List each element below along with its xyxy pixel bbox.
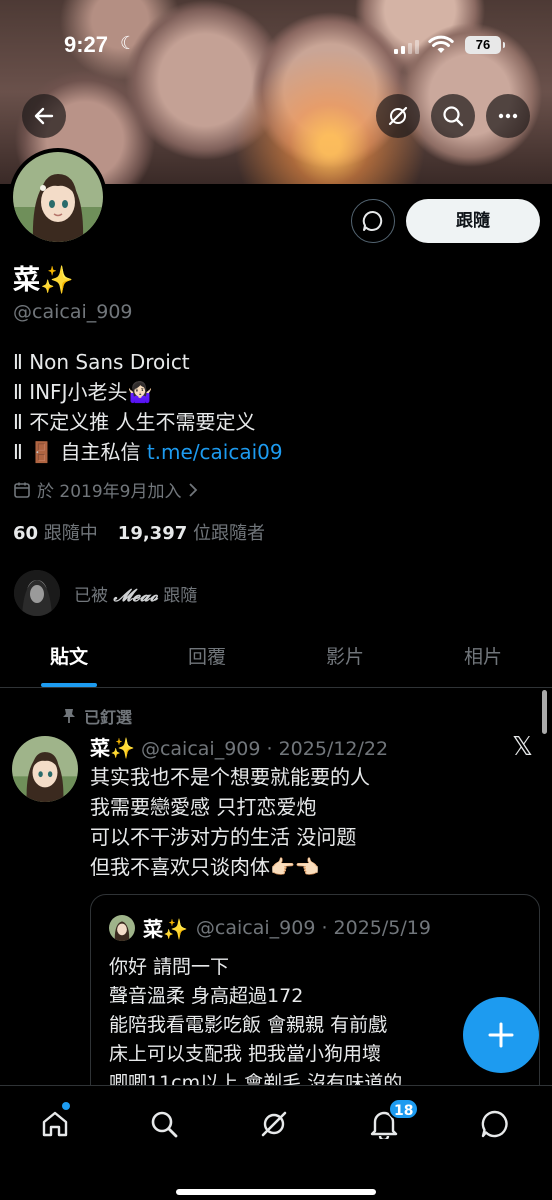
explore-icon	[151, 1111, 178, 1138]
bio-line: Ⅱ INFJ小老头🤷🏻‍♀️	[13, 380, 153, 404]
calendar-icon	[14, 482, 30, 498]
profile-stats: 60 跟隨中 19,397 位跟隨者	[13, 519, 265, 545]
bio-line: Ⅱ 🚪 自主私信 t.me/caicai09	[13, 437, 283, 467]
plus-icon	[488, 1022, 514, 1048]
profile-handle: @caicai_909	[13, 301, 133, 323]
follow-button[interactable]: 跟隨	[406, 199, 540, 243]
notifications-badge: 18	[388, 1098, 420, 1120]
cellular-signal-icon	[394, 40, 419, 54]
following-stat[interactable]: 60 跟隨中	[13, 519, 98, 545]
compose-button[interactable]	[463, 997, 539, 1073]
followed-by-prefix: 已被	[74, 585, 108, 606]
profile-avatar[interactable]	[9, 148, 107, 246]
quote-header: 菜✨ @caicai_909 · 2025/5/19	[109, 913, 431, 942]
scrollbar[interactable]	[542, 690, 547, 734]
bio-line-text: Ⅱ 🚪 自主私信	[13, 440, 147, 464]
following-count: 60	[13, 523, 39, 544]
bottom-navigation: 18	[0, 1085, 552, 1200]
tab-posts[interactable]: 貼文	[0, 628, 138, 687]
followed-by[interactable]: 已被 𝓜𝓮𝓪𝓸 跟隨	[14, 570, 197, 616]
wifi-icon	[428, 35, 454, 53]
nav-home[interactable]	[33, 1102, 77, 1146]
pinned-label: 已釘選	[84, 708, 133, 727]
tweet-author-name[interactable]: 菜✨	[90, 736, 135, 760]
grok-icon	[388, 106, 408, 126]
bio-line: Ⅱ Non Sans Droict	[13, 350, 190, 374]
mail-icon	[481, 1110, 508, 1138]
battery-indicator: 76	[465, 36, 505, 54]
back-arrow-icon	[34, 107, 54, 125]
tweet-meta: @caicai_909 · 2025/12/22	[140, 738, 389, 760]
followers-count: 19,397	[117, 523, 188, 544]
message-button[interactable]	[351, 199, 395, 243]
profile-tabs: 貼文 回覆 影片 相片	[0, 628, 552, 688]
status-time: 9:27	[64, 32, 109, 57]
home-icon	[42, 1111, 68, 1137]
pin-icon	[63, 709, 75, 723]
x-logo-icon: 𝕏	[512, 732, 533, 762]
message-icon	[362, 210, 383, 231]
pinned-indicator: 已釘選	[62, 704, 132, 728]
tweet-avatar[interactable]	[12, 736, 78, 802]
quote-line: 聲音溫柔 身高超過172	[109, 985, 304, 1007]
focus-moon-icon: ☾	[120, 33, 137, 54]
quote-author-name: 菜✨	[143, 917, 188, 941]
following-label: 跟隨中	[43, 523, 98, 544]
quoted-tweet[interactable]: 菜✨ @caicai_909 · 2025/5/19 你好 請問一下 聲音溫柔 …	[90, 894, 540, 1104]
tweet-text[interactable]: 其实我也不是个想要就能要的人 我需要戀愛感 只打恋爱炮 可以不干涉对方的生活 没…	[90, 762, 370, 882]
tweet-header: 菜✨ @caicai_909 · 2025/12/22	[90, 732, 388, 761]
joined-date[interactable]: 於 2019年9月加入	[13, 477, 199, 502]
nav-messages[interactable]	[473, 1102, 517, 1146]
search-icon	[443, 106, 464, 127]
joined-text: 於 2019年9月加入	[37, 482, 182, 502]
tweet-line: 但我不喜欢只谈肉体👉🏻👈🏻	[90, 855, 320, 879]
tweet-line: 其实我也不是个想要就能要的人	[90, 765, 370, 789]
chevron-right-icon	[189, 482, 198, 497]
tab-photos[interactable]: 相片	[414, 628, 552, 687]
home-indicator	[176, 1189, 376, 1195]
tab-videos[interactable]: 影片	[276, 628, 414, 687]
quote-meta: @caicai_909 · 2025/5/19	[195, 916, 431, 939]
back-button[interactable]	[22, 94, 66, 138]
home-unread-dot	[62, 1102, 70, 1110]
nav-grok[interactable]	[252, 1102, 296, 1146]
quote-line: 床上可以支配我 把我當小狗用壞	[109, 1043, 382, 1065]
more-icon	[498, 113, 518, 119]
followers-label: 位跟隨者	[193, 523, 265, 544]
quote-avatar	[109, 914, 135, 941]
bio-link[interactable]: t.me/caicai09	[147, 440, 283, 464]
follower-avatar	[14, 570, 60, 616]
quote-line: 能陪我看電影吃飯 會親親 有前戲	[109, 1014, 388, 1036]
avatar-illustration	[13, 152, 103, 242]
tweet-line: 可以不干涉对方的生活 没问题	[90, 825, 357, 849]
nav-search[interactable]	[142, 1102, 186, 1146]
search-button[interactable]	[431, 94, 475, 138]
grok-button[interactable]	[376, 94, 420, 138]
quote-line: 你好 請問一下	[109, 956, 230, 978]
more-options-button[interactable]	[486, 94, 530, 138]
grok-icon	[261, 1111, 287, 1137]
followed-by-name: 𝓜𝓮𝓪𝓸	[113, 585, 158, 606]
followers-stat[interactable]: 19,397 位跟隨者	[118, 519, 265, 545]
status-bar: 9:27 ☾ 76	[0, 0, 552, 90]
tweet-line: 我需要戀愛感 只打恋爱炮	[90, 795, 317, 819]
bio-line: Ⅱ 不定义推 人生不需要定义	[13, 410, 256, 434]
tab-replies[interactable]: 回覆	[138, 628, 276, 687]
profile-bio: Ⅱ Non Sans Droict Ⅱ INFJ小老头🤷🏻‍♀️ Ⅱ 不定义推 …	[13, 347, 283, 467]
profile-name: 菜✨	[13, 265, 74, 296]
followed-by-suffix: 跟隨	[163, 585, 198, 606]
quote-text: 你好 請問一下 聲音溫柔 身高超過172 能陪我看電影吃飯 會親親 有前戲 床上…	[109, 953, 402, 1098]
